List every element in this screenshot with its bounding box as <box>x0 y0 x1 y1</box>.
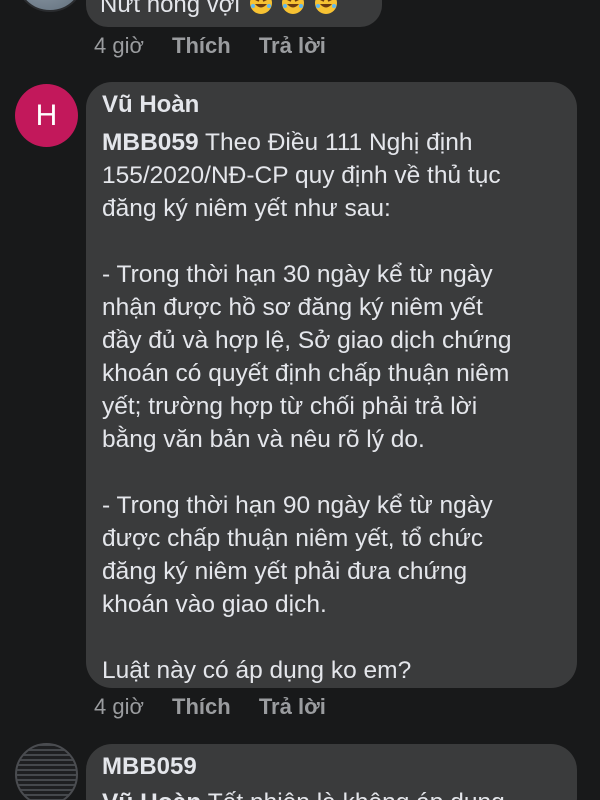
comment-author[interactable]: MBB059 <box>102 752 197 782</box>
comment-line: nhận được hồ sơ đăng ký niêm yết <box>102 294 483 321</box>
mention-link[interactable]: MBB059 <box>102 129 199 156</box>
comment-line: đăng ký niêm yết như sau: <box>102 195 391 222</box>
mention-link[interactable]: Vũ Hoàn <box>102 789 201 800</box>
comment-line: MBB059 Theo Điều 111 Nghị định <box>102 129 473 156</box>
rofl-emoji-icon <box>314 0 337 14</box>
avatar[interactable] <box>15 743 78 800</box>
comment-line-blank <box>102 225 572 258</box>
comment-line: được chấp thuận niêm yết, tổ chức <box>102 525 484 552</box>
comment-body: MBB059 Theo Điều 111 Nghị định 155/2020/… <box>102 126 572 687</box>
comment-line: - Trong thời hạn 90 ngày kể từ ngày <box>102 492 493 519</box>
comment-line: khoán có quyết định chấp thuận niêm <box>102 360 510 387</box>
comment-text: Nứt hông vợi <box>100 0 338 20</box>
comment-line: đầy đủ và hợp lệ, Sở giao dịch chứng <box>102 327 512 354</box>
rofl-emoji-icon <box>282 0 305 14</box>
comment-body: Vũ Hoàn Tất nhiên là không áp dụng <box>102 786 505 800</box>
reply-button[interactable]: Trả lời <box>259 33 326 59</box>
avatar[interactable]: H <box>15 84 78 147</box>
like-button[interactable]: Thích <box>172 694 231 720</box>
comment-time: 4 giờ <box>94 694 144 719</box>
comment-line: khoán vào giao dịch. <box>102 591 327 618</box>
comment-author[interactable]: Vũ Hoàn <box>102 90 199 120</box>
comment-line: 155/2020/NĐ-CP quy định về thủ tục <box>102 162 501 189</box>
comment-time: 4 giờ <box>94 33 144 58</box>
rofl-emoji-icon <box>249 0 272 14</box>
comment-line: yết; trường hợp từ chối phải trả lời <box>102 393 478 420</box>
comment-line: bằng văn bản và nêu rõ lý do. <box>102 426 425 453</box>
comment-line: đăng ký niêm yết phải đưa chứng <box>102 558 468 585</box>
like-button[interactable]: Thích <box>172 33 231 59</box>
commenter-avatar[interactable] <box>15 0 85 12</box>
comment-thread: Nứt hông vợi 4 giờ Thích Trả lời H Vũ Ho… <box>0 0 600 800</box>
comment-line: Luật này có áp dụng ko em? <box>102 657 412 684</box>
comment-line: - Trong thời hạn 30 ngày kể từ ngày <box>102 261 493 288</box>
reply-button[interactable]: Trả lời <box>259 694 326 720</box>
comment-line-blank <box>102 456 572 489</box>
comment-actions: 4 giờ Thích Trả lời <box>94 33 326 59</box>
comment-body: Nứt hông vợi <box>100 0 240 18</box>
comment-actions: 4 giờ Thích Trả lời <box>94 694 326 720</box>
comment-line-blank <box>102 621 572 654</box>
